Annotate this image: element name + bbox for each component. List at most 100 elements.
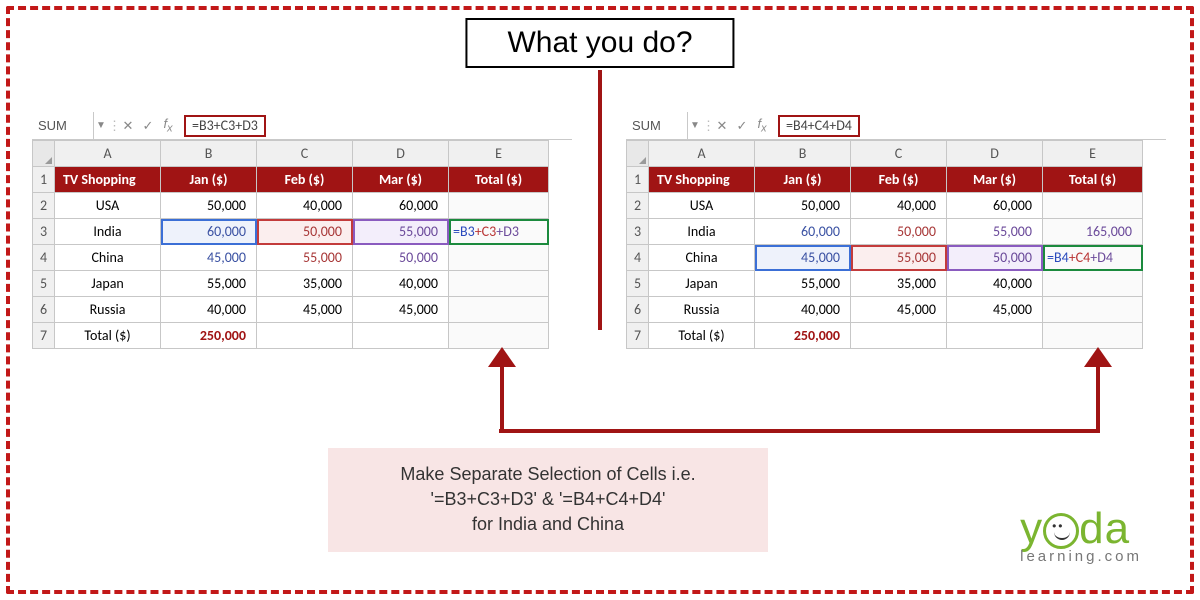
cell[interactable]: 40,000 (851, 193, 947, 219)
cell-total[interactable]: 165,000 (1043, 219, 1143, 245)
cell-total[interactable]: =B4+C4+D4 (1043, 245, 1143, 271)
row-header[interactable]: 1 (627, 167, 649, 193)
cell[interactable]: 50,000 (755, 193, 851, 219)
col-header[interactable]: E (1043, 141, 1143, 167)
cell[interactable]: Russia (55, 297, 161, 323)
cell[interactable]: Japan (649, 271, 755, 297)
cell[interactable]: 45,000 (947, 297, 1043, 323)
cell[interactable]: 50,000 (851, 219, 947, 245)
col-header[interactable]: C (851, 141, 947, 167)
cell[interactable]: 35,000 (851, 271, 947, 297)
cell-total[interactable] (1043, 271, 1143, 297)
cell-total[interactable] (1043, 297, 1143, 323)
enter-icon[interactable]: ✓ (732, 118, 752, 134)
row-header[interactable]: 5 (33, 271, 55, 297)
spreadsheet-grid-right[interactable]: ABCDE1TV ShoppingJan ($)Feb ($)Mar ($)To… (626, 140, 1143, 349)
cell-total[interactable] (449, 245, 549, 271)
col-header[interactable]: B (755, 141, 851, 167)
cell[interactable]: Japan (55, 271, 161, 297)
cell[interactable]: 45,000 (851, 297, 947, 323)
spreadsheet-grid-left[interactable]: ABCDE1TV ShoppingJan ($)Feb ($)Mar ($)To… (32, 140, 549, 349)
name-box[interactable]: SUM (32, 112, 94, 139)
col-header[interactable]: A (649, 141, 755, 167)
cell[interactable]: 45,000 (161, 245, 257, 271)
cell[interactable]: 40,000 (947, 271, 1043, 297)
cell[interactable]: 60,000 (161, 219, 257, 245)
col-header[interactable]: E (449, 141, 549, 167)
cell[interactable]: 40,000 (353, 271, 449, 297)
row-header[interactable]: 2 (627, 193, 649, 219)
cell[interactable]: 55,000 (353, 219, 449, 245)
cell[interactable] (851, 323, 947, 349)
cell[interactable]: 60,000 (755, 219, 851, 245)
cell[interactable]: 60,000 (353, 193, 449, 219)
cancel-icon[interactable]: ✕ (712, 118, 732, 134)
row-header[interactable]: 6 (627, 297, 649, 323)
cell[interactable]: 50,000 (161, 193, 257, 219)
cell-total[interactable] (449, 323, 549, 349)
enter-icon[interactable]: ✓ (138, 118, 158, 134)
cell[interactable]: 35,000 (257, 271, 353, 297)
arrow-up-icon (500, 363, 504, 431)
cancel-icon[interactable]: ✕ (118, 118, 138, 134)
formula-input[interactable]: =B3+C3+D3 (184, 115, 266, 137)
dropdown-icon[interactable]: ▼ (94, 120, 108, 131)
row-header[interactable]: 3 (33, 219, 55, 245)
fx-icon[interactable]: fx (158, 116, 178, 135)
row-header[interactable]: 1 (33, 167, 55, 193)
cell[interactable]: 50,000 (947, 245, 1043, 271)
cell[interactable]: 55,000 (257, 245, 353, 271)
cell[interactable]: 55,000 (851, 245, 947, 271)
row-header[interactable]: 7 (33, 323, 55, 349)
cell[interactable]: 250,000 (755, 323, 851, 349)
row-header[interactable]: 4 (33, 245, 55, 271)
cell[interactable]: Total ($) (649, 323, 755, 349)
row-header[interactable]: 2 (33, 193, 55, 219)
row-header[interactable]: 7 (627, 323, 649, 349)
cell[interactable]: 45,000 (755, 245, 851, 271)
cell[interactable]: India (55, 219, 161, 245)
cell[interactable] (257, 323, 353, 349)
col-header[interactable]: D (353, 141, 449, 167)
row-header[interactable]: 4 (627, 245, 649, 271)
name-box[interactable]: SUM (626, 112, 688, 139)
cell[interactable]: China (55, 245, 161, 271)
cell[interactable]: USA (55, 193, 161, 219)
cell[interactable]: USA (649, 193, 755, 219)
row-header[interactable]: 3 (627, 219, 649, 245)
cell[interactable] (947, 323, 1043, 349)
cell-total[interactable]: =B3+C3+D3 (449, 219, 549, 245)
col-header[interactable]: C (257, 141, 353, 167)
dropdown-icon[interactable]: ▼ (688, 120, 702, 131)
cell[interactable]: 55,000 (161, 271, 257, 297)
cell-total[interactable] (449, 271, 549, 297)
cell-total[interactable] (1043, 193, 1143, 219)
cell-total[interactable] (449, 193, 549, 219)
cell-total[interactable] (1043, 323, 1143, 349)
cell[interactable] (353, 323, 449, 349)
col-header[interactable]: D (947, 141, 1043, 167)
cell[interactable]: 40,000 (257, 193, 353, 219)
arrow-up-icon (1096, 363, 1100, 431)
col-header[interactable]: A (55, 141, 161, 167)
cell[interactable]: 250,000 (161, 323, 257, 349)
col-header[interactable]: B (161, 141, 257, 167)
cell[interactable]: 50,000 (353, 245, 449, 271)
cell[interactable]: 40,000 (161, 297, 257, 323)
cell[interactable]: 55,000 (755, 271, 851, 297)
cell[interactable]: 55,000 (947, 219, 1043, 245)
cell[interactable]: 45,000 (353, 297, 449, 323)
cell[interactable]: 45,000 (257, 297, 353, 323)
cell[interactable]: 40,000 (755, 297, 851, 323)
row-header[interactable]: 5 (627, 271, 649, 297)
formula-input[interactable]: =B4+C4+D4 (778, 115, 860, 137)
cell[interactable]: 60,000 (947, 193, 1043, 219)
cell-total[interactable] (449, 297, 549, 323)
cell[interactable]: Russia (649, 297, 755, 323)
cell[interactable]: 50,000 (257, 219, 353, 245)
cell[interactable]: India (649, 219, 755, 245)
cell[interactable]: Total ($) (55, 323, 161, 349)
cell[interactable]: China (649, 245, 755, 271)
row-header[interactable]: 6 (33, 297, 55, 323)
fx-icon[interactable]: fx (752, 116, 772, 135)
